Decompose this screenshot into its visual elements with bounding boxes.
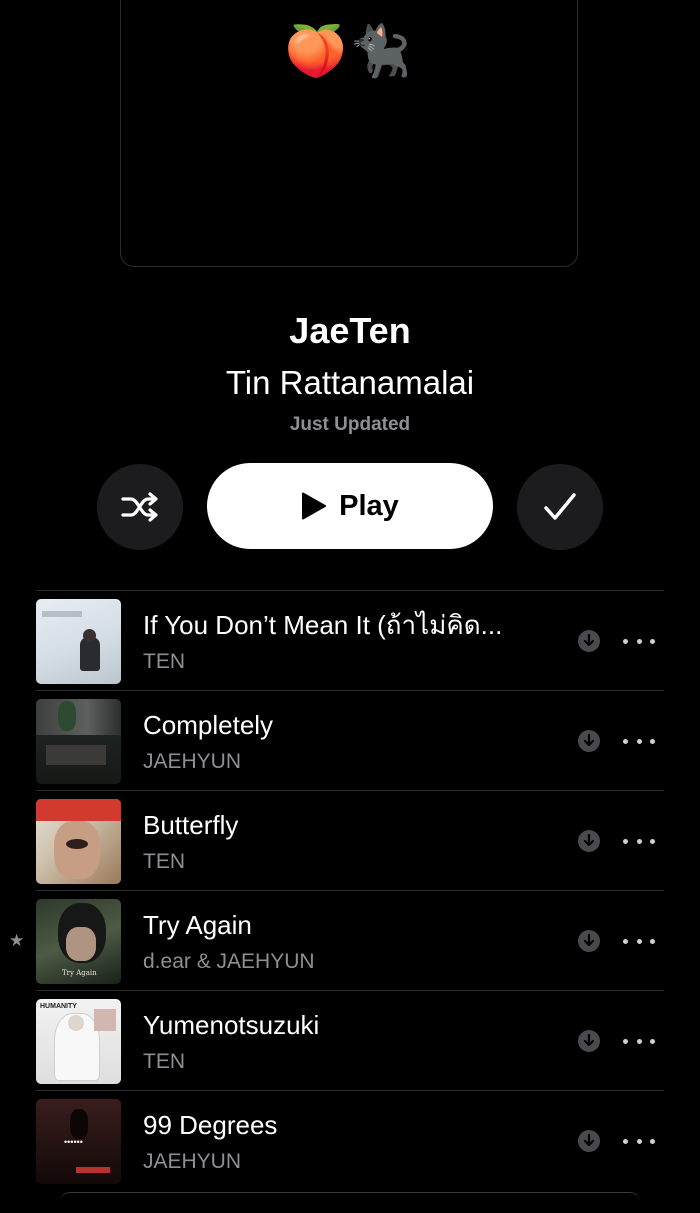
download-icon[interactable]	[578, 630, 600, 652]
track-title: Yumenotsuzuki	[143, 1010, 320, 1040]
checkmark-icon	[544, 493, 576, 520]
track-artist: JAEHYUN	[143, 750, 242, 773]
more-icon[interactable]	[623, 929, 655, 953]
album-art: ••••••	[36, 1099, 121, 1184]
playlist-status: Just Updated	[289, 414, 411, 435]
mini-player-edge	[60, 1192, 640, 1213]
track-title: Try Again	[143, 910, 252, 940]
album-art: Try Again	[36, 899, 121, 984]
download-icon[interactable]	[578, 1030, 600, 1052]
track-row[interactable]: Butterfly TEN	[0, 791, 700, 891]
track-row[interactable]: Completely JAEHYUN	[0, 691, 700, 791]
download-icon[interactable]	[578, 930, 600, 952]
album-art-text: HUMANITY	[40, 1003, 77, 1010]
shuffle-button[interactable]	[97, 464, 183, 550]
track-row[interactable]: •••••• 99 Degrees JAEHYUN	[0, 1091, 700, 1191]
star-icon: ★	[9, 931, 25, 950]
track-artist: TEN	[143, 1050, 185, 1073]
download-icon[interactable]	[578, 1130, 600, 1152]
track-title: Butterfly	[143, 810, 239, 840]
track-artist: JAEHYUN	[143, 1150, 242, 1173]
playlist-title: JaeTen	[289, 310, 411, 351]
play-button[interactable]: Play	[207, 463, 493, 549]
album-art-text: ••••••	[64, 1137, 83, 1147]
track-row[interactable]: ★ Try Again Try Again d.ear & JAEHYUN	[0, 891, 700, 991]
more-icon[interactable]	[623, 629, 655, 653]
track-artist: d.ear & JAEHYUN	[143, 950, 315, 973]
playlist-curator[interactable]: Tin Rattanamalai	[0, 362, 700, 404]
track-title: If You Don’t Mean It (ถ้าไม่คิด...	[143, 610, 503, 640]
album-art	[36, 599, 121, 684]
playlist-artwork: 🍑🐈‍⬛	[120, 0, 578, 267]
track-artist: TEN	[143, 650, 185, 673]
more-icon[interactable]	[623, 1029, 655, 1053]
more-icon[interactable]	[623, 1129, 655, 1153]
download-icon[interactable]	[578, 830, 600, 852]
download-icon[interactable]	[578, 730, 600, 752]
artwork-emoji: 🍑🐈‍⬛	[284, 22, 414, 80]
shuffle-icon	[121, 492, 158, 522]
album-art: HUMANITY	[36, 999, 121, 1084]
track-title: 99 Degrees	[143, 1110, 278, 1140]
library-check-button[interactable]	[517, 464, 603, 550]
track-row[interactable]: If You Don’t Mean It (ถ้าไม่คิด... TEN	[0, 591, 700, 691]
track-title: Completely	[143, 710, 274, 740]
more-icon[interactable]	[623, 829, 655, 853]
play-label: Play	[339, 489, 399, 522]
album-art	[36, 699, 121, 784]
album-art-text: Try Again	[62, 969, 97, 977]
more-icon[interactable]	[623, 729, 655, 753]
album-art	[36, 799, 121, 884]
track-artist: TEN	[143, 850, 185, 873]
track-row[interactable]: HUMANITY Yumenotsuzuki TEN	[0, 991, 700, 1091]
play-icon	[302, 492, 327, 520]
